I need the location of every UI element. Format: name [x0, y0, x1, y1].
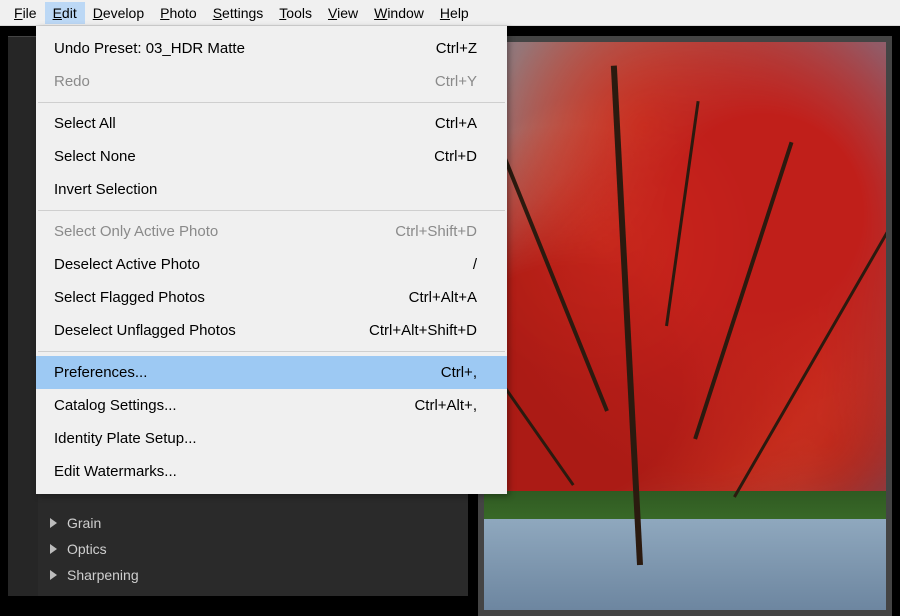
menu-item-label: Select Flagged Photos: [54, 289, 205, 306]
menu-item-label: Catalog Settings...: [54, 397, 177, 414]
menu-separator: [38, 102, 505, 103]
menu-item-shortcut: Ctrl+Z: [436, 40, 477, 57]
menu-edit[interactable]: Edit: [45, 2, 85, 24]
menu-bar: FileEditDevelopPhotoSettingsToolsViewWin…: [0, 0, 900, 26]
menu-item-label: Redo: [54, 73, 90, 90]
menu-view[interactable]: View: [320, 2, 366, 24]
menu-separator: [38, 210, 505, 211]
edit-menu-dropdown: Undo Preset: 03_HDR Matte Ctrl+Z Redo Ctrl+…: [36, 26, 507, 494]
menu-item-deselect-active-photo[interactable]: Deselect Active Photo /: [36, 248, 507, 281]
menu-item-shortcut: Ctrl+,: [441, 364, 477, 381]
disclosure-triangle-icon: [50, 518, 57, 528]
menu-help[interactable]: Help: [432, 2, 477, 24]
menu-item-undo-preset-03-hdr-matte[interactable]: Undo Preset: 03_HDR Matte Ctrl+Z: [36, 32, 507, 65]
menu-item-shortcut: Ctrl+Alt+Shift+D: [369, 322, 477, 339]
menu-item-label: Deselect Active Photo: [54, 256, 200, 273]
menu-item-select-all[interactable]: Select All Ctrl+A: [36, 107, 507, 140]
menu-item-label: Select None: [54, 148, 136, 165]
menu-item-shortcut: /: [473, 256, 477, 273]
menu-item-deselect-unflagged-photos[interactable]: Deselect Unflagged Photos Ctrl+Alt+Shift+…: [36, 314, 507, 347]
menu-item-invert-selection[interactable]: Invert Selection: [36, 173, 507, 206]
menu-item-identity-plate-setup[interactable]: Identity Plate Setup...: [36, 422, 507, 455]
disclosure-triangle-icon: [50, 544, 57, 554]
menu-develop[interactable]: Develop: [85, 2, 152, 24]
menu-item-label: Invert Selection: [54, 181, 157, 198]
menu-item-shortcut: Ctrl+Alt+,: [414, 397, 477, 414]
panel-collapse-gutter[interactable]: [8, 36, 38, 596]
menu-item-label: Deselect Unflagged Photos: [54, 322, 236, 339]
panel-title: Grain: [67, 515, 101, 531]
menu-item-edit-watermarks[interactable]: Edit Watermarks...: [36, 455, 507, 488]
menu-separator: [38, 351, 505, 352]
menu-item-shortcut: Ctrl+Shift+D: [395, 223, 477, 240]
menu-tools[interactable]: Tools: [271, 2, 320, 24]
panel-header-grain[interactable]: Grain: [44, 510, 454, 536]
menu-photo[interactable]: Photo: [152, 2, 205, 24]
menu-settings[interactable]: Settings: [205, 2, 272, 24]
menu-window[interactable]: Window: [366, 2, 432, 24]
menu-item-select-none[interactable]: Select None Ctrl+D: [36, 140, 507, 173]
menu-item-catalog-settings[interactable]: Catalog Settings... Ctrl+Alt+,: [36, 389, 507, 422]
photo-preview: [484, 42, 886, 610]
menu-item-label: Edit Watermarks...: [54, 463, 177, 480]
disclosure-triangle-icon: [50, 570, 57, 580]
panel-title: Sharpening: [67, 567, 139, 583]
menu-item-label: Select Only Active Photo: [54, 223, 218, 240]
menu-item-shortcut: Ctrl+D: [434, 148, 477, 165]
menu-item-select-flagged-photos[interactable]: Select Flagged Photos Ctrl+Alt+A: [36, 281, 507, 314]
menu-item-label: Preferences...: [54, 364, 147, 381]
menu-file[interactable]: File: [6, 2, 45, 24]
menu-item-select-only-active-photo: Select Only Active Photo Ctrl+Shift+D: [36, 215, 507, 248]
menu-item-label: Identity Plate Setup...: [54, 430, 197, 447]
menu-item-label: Select All: [54, 115, 116, 132]
menu-item-label: Undo Preset: 03_HDR Matte: [54, 40, 245, 57]
menu-item-redo: Redo Ctrl+Y: [36, 65, 507, 98]
menu-item-shortcut: Ctrl+A: [435, 115, 477, 132]
menu-item-shortcut: Ctrl+Y: [435, 73, 477, 90]
panel-title: Optics: [67, 541, 107, 557]
panel-header-sharpening[interactable]: Sharpening: [44, 562, 454, 588]
panel-header-optics[interactable]: Optics: [44, 536, 454, 562]
image-viewer[interactable]: [478, 36, 892, 616]
menu-item-preferences[interactable]: Preferences... Ctrl+,: [36, 356, 507, 389]
menu-item-shortcut: Ctrl+Alt+A: [409, 289, 477, 306]
